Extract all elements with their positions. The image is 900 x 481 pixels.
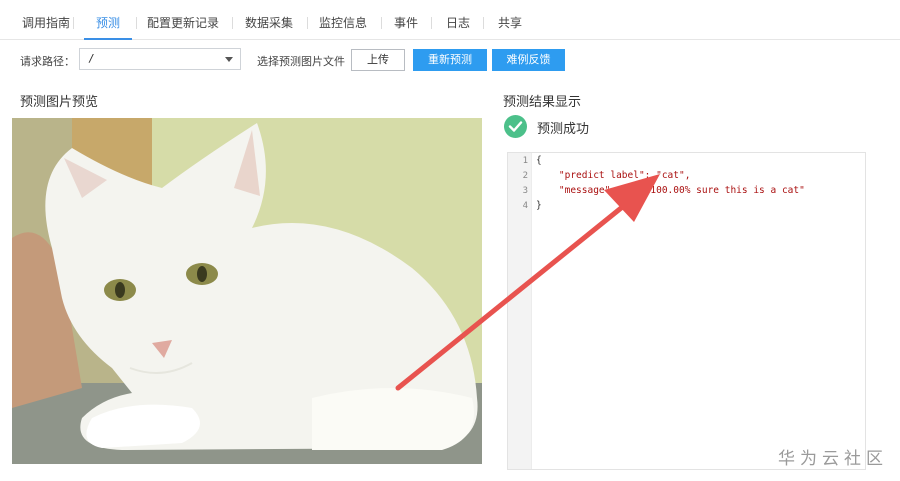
code-line: "predict label": "cat", — [536, 170, 691, 181]
repredict-button[interactable]: 重新预测 — [413, 49, 487, 71]
tab-divider — [431, 17, 432, 29]
select-file-label: 选择预测图片文件 — [257, 55, 345, 68]
code-line: } — [536, 200, 542, 211]
chevron-down-icon — [225, 57, 233, 62]
hard-example-feedback-button[interactable]: 难例反馈 — [492, 49, 565, 71]
prediction-status: 预测成功 — [537, 122, 590, 137]
tab-divider — [232, 17, 233, 29]
line-number: 3 — [522, 186, 528, 196]
preview-image — [12, 118, 482, 464]
upload-button[interactable]: 上传 — [351, 49, 405, 71]
tab-divider — [483, 17, 484, 29]
active-tab-indicator — [84, 38, 132, 40]
line-number-gutter: 1 2 3 4 — [508, 153, 532, 469]
request-path-label: 请求路径： — [20, 55, 75, 68]
watermark: 华为云社区 — [778, 449, 888, 469]
line-number: 1 — [522, 156, 528, 166]
tab-bar: 调用指南 预测 配置更新记录 数据采集 监控信息 事件 日志 共享 — [0, 0, 900, 40]
result-title: 预测结果显示 — [503, 95, 582, 110]
code-line: "message": "I 100.00% sure this is a cat… — [536, 185, 805, 196]
tab-events[interactable]: 事件 — [394, 14, 418, 32]
tab-usage-guide[interactable]: 调用指南 — [22, 14, 70, 32]
tab-divider — [136, 17, 137, 29]
code-line: { — [536, 155, 542, 166]
request-path-value: / — [88, 52, 95, 65]
tab-monitoring[interactable]: 监控信息 — [319, 14, 367, 32]
tab-config-history[interactable]: 配置更新记录 — [147, 14, 219, 32]
check-circle-icon — [504, 115, 527, 138]
tab-predict[interactable]: 预测 — [96, 14, 120, 32]
tab-divider — [73, 17, 74, 29]
tab-divider — [307, 17, 308, 29]
result-json-viewer[interactable]: 1 2 3 4 { "predict label": "cat", "messa… — [507, 152, 866, 470]
preview-title: 预测图片预览 — [20, 95, 99, 110]
tab-share[interactable]: 共享 — [498, 14, 522, 32]
tab-divider — [381, 17, 382, 29]
tab-logs[interactable]: 日志 — [446, 14, 470, 32]
request-path-select[interactable]: / — [79, 48, 241, 70]
line-number: 2 — [522, 171, 528, 181]
cat-photo — [12, 118, 482, 464]
line-number: 4 — [522, 201, 528, 211]
tab-data-collection[interactable]: 数据采集 — [245, 14, 293, 32]
